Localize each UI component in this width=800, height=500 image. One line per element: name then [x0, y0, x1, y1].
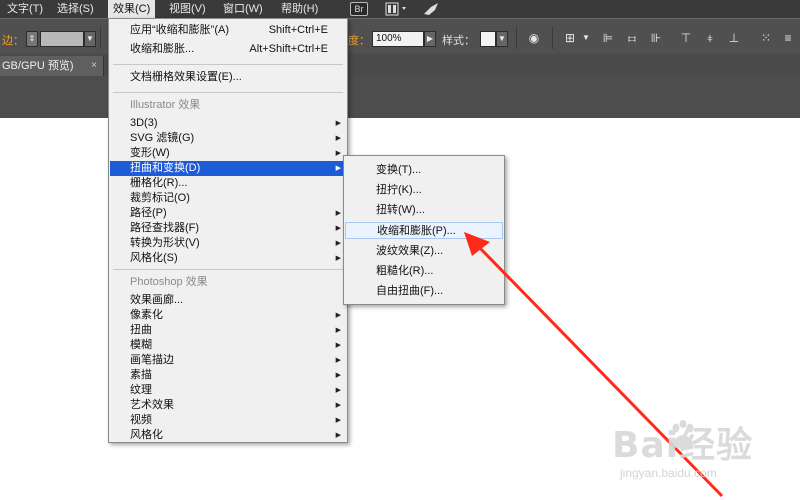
watermark-brand: Bai经验: [612, 425, 754, 466]
watermark-url: jingyan.baidu.com: [620, 466, 717, 480]
baidu-watermark: Bai经验 jingyan.baidu.com: [612, 416, 797, 496]
